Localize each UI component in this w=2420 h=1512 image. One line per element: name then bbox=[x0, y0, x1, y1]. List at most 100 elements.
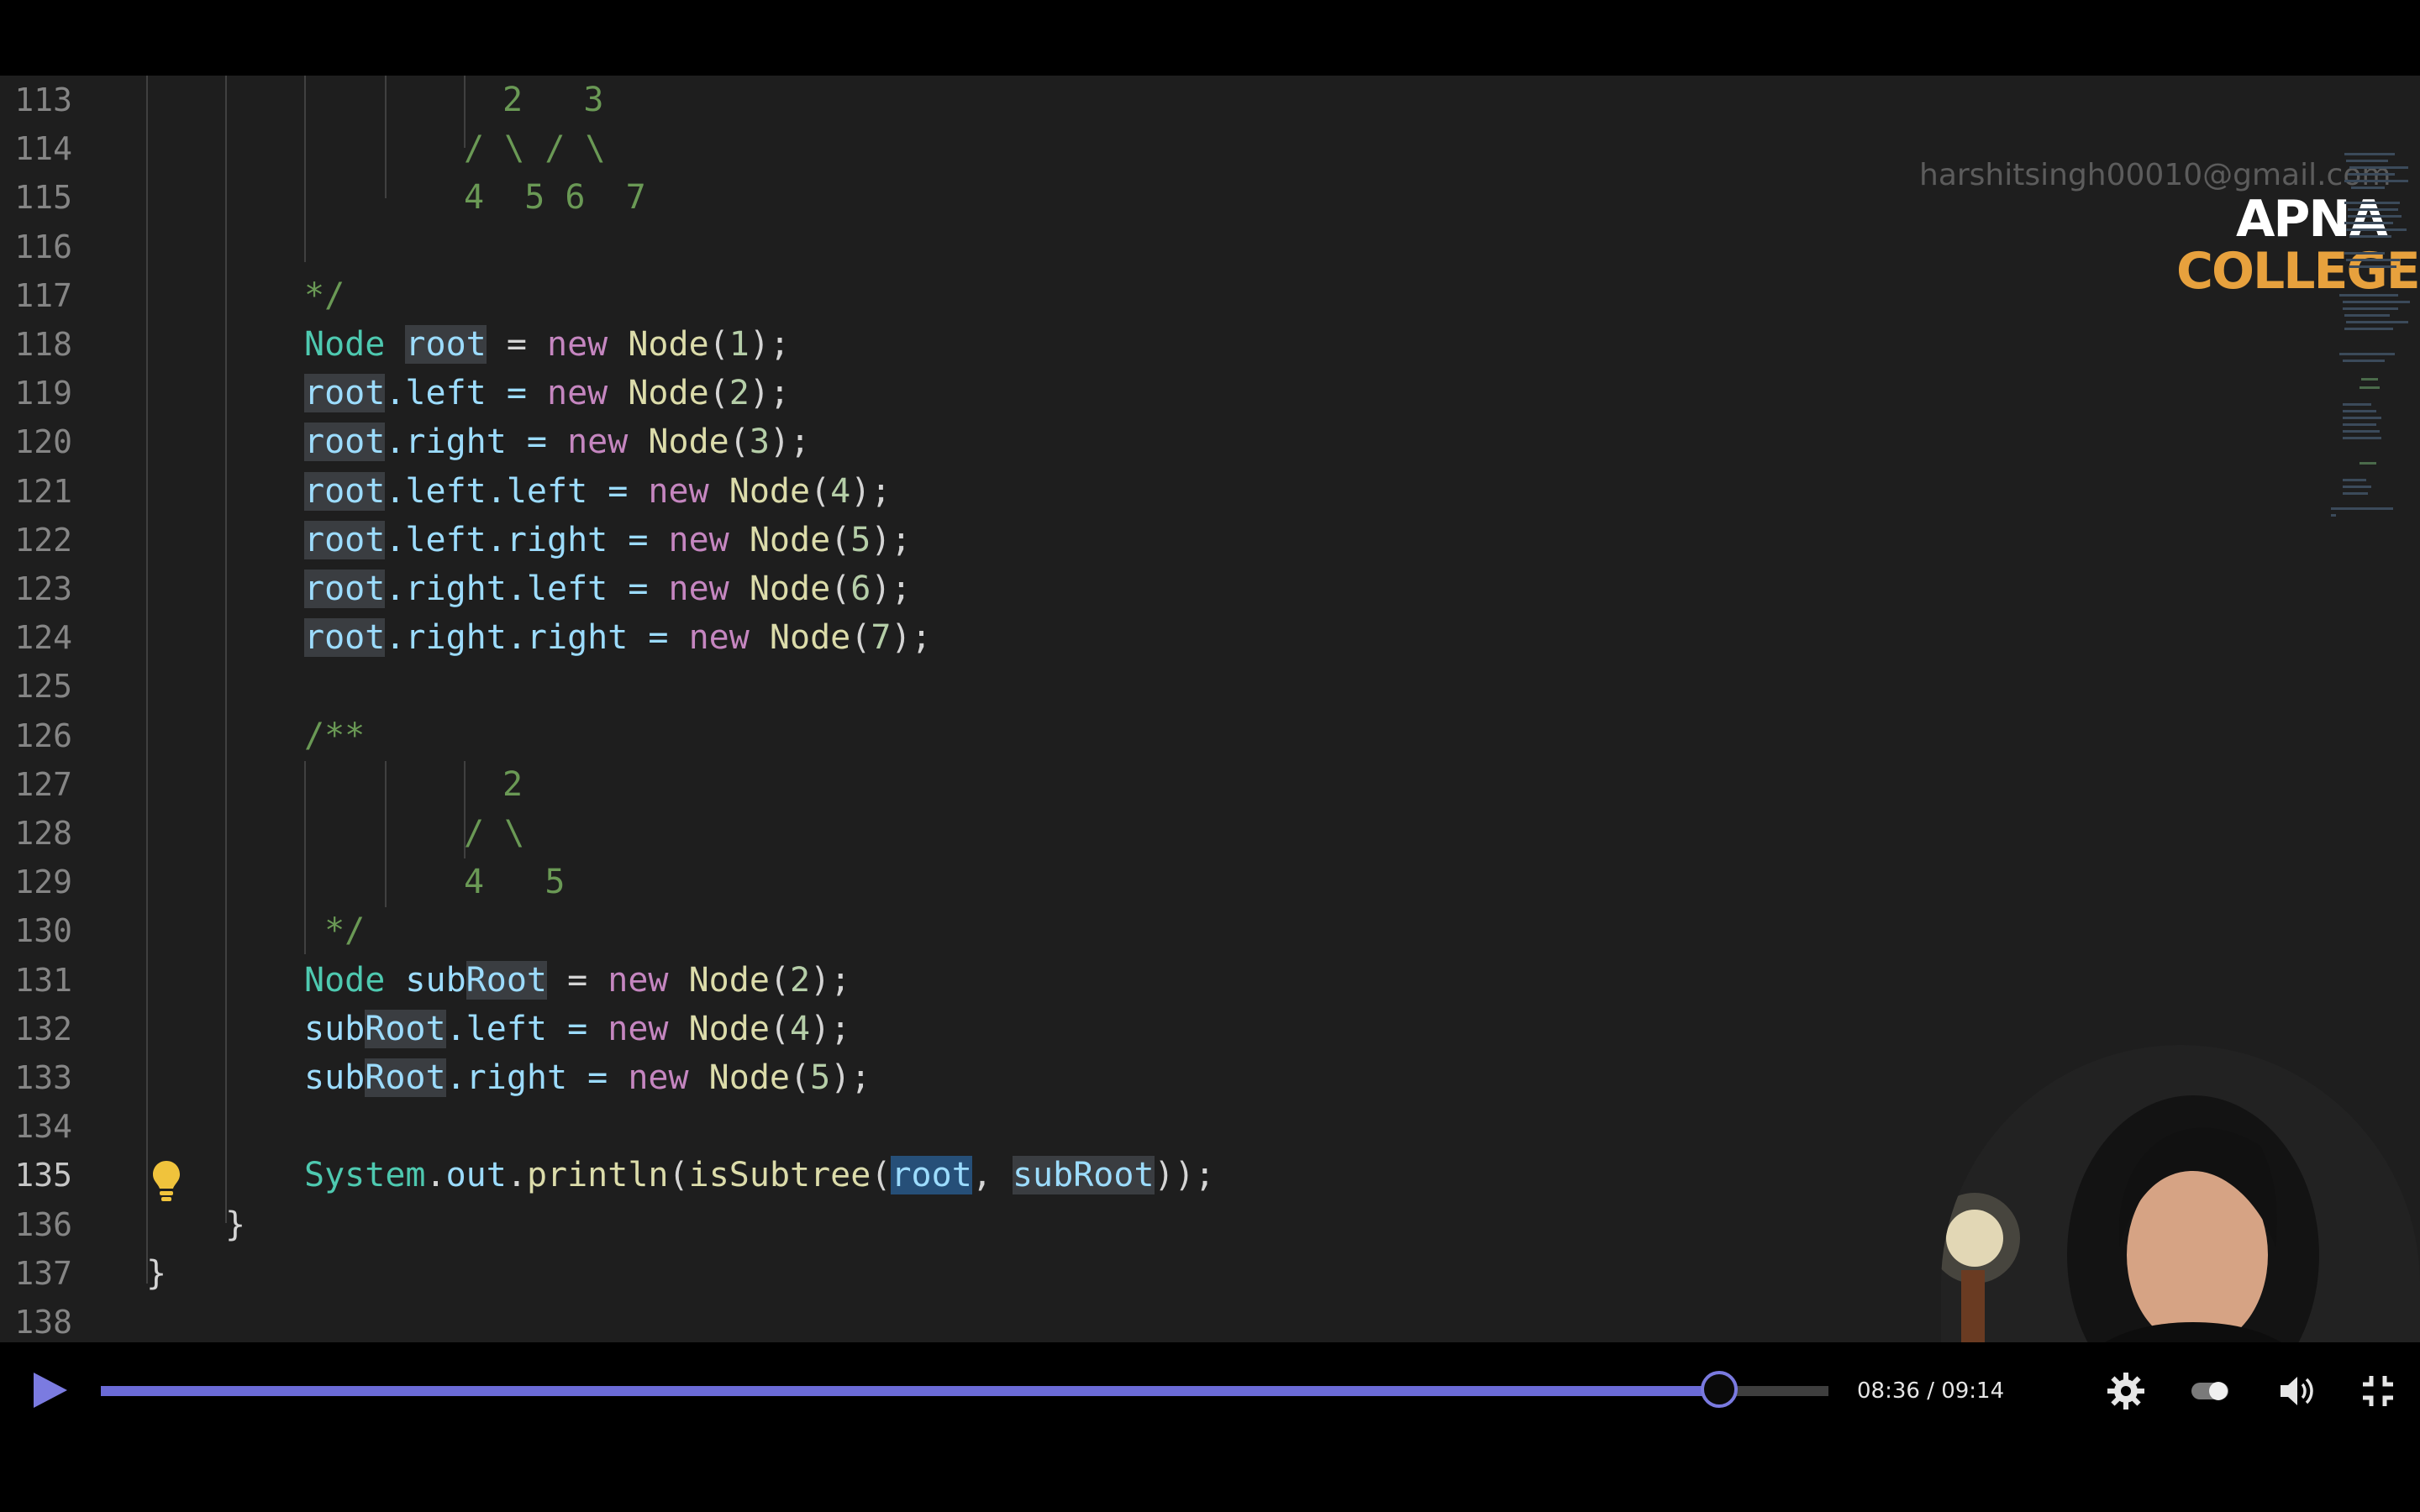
code-token: ); bbox=[850, 471, 892, 511]
code-line[interactable]: 126 /** bbox=[0, 711, 2420, 760]
indent-guide bbox=[304, 761, 306, 954]
code-line[interactable]: 122 root.left.right = new Node(5); bbox=[0, 516, 2420, 564]
watermark-email: harshitsingh00010@gmail.com bbox=[1919, 158, 2391, 192]
code-token: println bbox=[526, 1156, 669, 1195]
video-controls: 08:36 / 09:14 bbox=[0, 1342, 2420, 1512]
code-text: /** bbox=[304, 711, 365, 760]
code-token: 4 5 bbox=[464, 863, 566, 902]
code-token: ( bbox=[769, 960, 791, 1000]
indent-guide bbox=[146, 76, 148, 1284]
code-token: root bbox=[304, 471, 386, 511]
code-line[interactable]: 132 subRoot.left = new Node(4); bbox=[0, 1005, 2420, 1053]
code-token: Node bbox=[708, 1058, 790, 1097]
code-token: ( bbox=[729, 423, 750, 462]
code-line[interactable]: 125 bbox=[0, 662, 2420, 711]
code-token: root bbox=[304, 618, 386, 658]
code-text: */ bbox=[304, 271, 345, 320]
code-token: Root bbox=[365, 1009, 446, 1048]
code-token: )); bbox=[1154, 1156, 1215, 1195]
code-line[interactable]: 130 */ bbox=[0, 906, 2420, 955]
code-token: ); bbox=[871, 570, 912, 608]
code-token: } bbox=[146, 1253, 167, 1293]
code-line[interactable]: 119 root.left = new Node(2); bbox=[0, 369, 2420, 417]
code-token: ( bbox=[769, 1009, 790, 1048]
code-line[interactable]: 123 root.right.left = new Node(6); bbox=[0, 564, 2420, 613]
code-token: isSubtree bbox=[688, 1156, 871, 1195]
code-token: . bbox=[425, 1156, 446, 1195]
minimap[interactable] bbox=[2328, 151, 2420, 538]
code-token: 5 bbox=[810, 1058, 831, 1097]
gear-icon[interactable] bbox=[2106, 1371, 2146, 1411]
code-line[interactable]: 120 root.right = new Node(3); bbox=[0, 417, 2420, 466]
code-token: ( bbox=[790, 1058, 811, 1097]
code-token: Node bbox=[749, 570, 831, 608]
code-token: 4 bbox=[790, 1009, 811, 1048]
code-token: .right.left = bbox=[385, 570, 669, 608]
code-text: 2 3 bbox=[502, 76, 603, 124]
code-line[interactable]: 129 4 5 bbox=[0, 858, 2420, 906]
code-token: root bbox=[891, 1156, 972, 1195]
code-token: ); bbox=[769, 423, 811, 462]
code-token: sub bbox=[405, 960, 466, 1000]
indent-guide bbox=[225, 76, 227, 1223]
code-line[interactable]: 127 2 bbox=[0, 760, 2420, 809]
code-token: Node bbox=[749, 520, 831, 559]
line-number: 121 bbox=[14, 472, 72, 510]
line-number: 133 bbox=[14, 1059, 72, 1096]
code-text: 4 5 bbox=[464, 858, 565, 906]
line-number: 115 bbox=[14, 179, 72, 217]
code-token: = bbox=[486, 325, 547, 364]
lightbulb-icon[interactable] bbox=[150, 1158, 183, 1205]
code-token: .left = bbox=[445, 1009, 608, 1048]
code-line[interactable]: 131 Node subRoot = new Node(2); bbox=[0, 956, 2420, 1005]
code-line[interactable]: 117 */ bbox=[0, 271, 2420, 320]
code-text: } bbox=[225, 1200, 245, 1249]
code-line[interactable]: 128 / \ bbox=[0, 809, 2420, 858]
code-token: sub bbox=[304, 1058, 366, 1097]
progress-track[interactable] bbox=[101, 1371, 1828, 1408]
code-line[interactable]: 124 root.right.right = new Node(7); bbox=[0, 613, 2420, 662]
code-token: / \ / \ bbox=[464, 129, 606, 169]
code-token: / \ bbox=[464, 814, 525, 853]
line-number: 122 bbox=[14, 521, 72, 559]
volume-icon[interactable] bbox=[2277, 1371, 2317, 1411]
line-number: 116 bbox=[14, 228, 72, 265]
code-token: out bbox=[445, 1156, 507, 1195]
code-token: ( bbox=[871, 1156, 892, 1195]
indent-guide bbox=[304, 76, 306, 262]
progress-thumb[interactable] bbox=[1700, 1371, 1738, 1408]
code-token: 4 bbox=[830, 471, 851, 511]
code-line[interactable]: 121 root.left.left = new Node(4); bbox=[0, 467, 2420, 516]
code-line[interactable]: 118 Node root = new Node(1); bbox=[0, 320, 2420, 369]
play-icon[interactable] bbox=[29, 1369, 71, 1411]
code-token: new bbox=[668, 570, 729, 608]
code-token: root bbox=[304, 520, 386, 559]
line-number: 130 bbox=[14, 912, 72, 950]
code-token: ); bbox=[749, 325, 791, 364]
line-number: 123 bbox=[14, 570, 72, 607]
code-token: */ bbox=[304, 276, 345, 315]
code-token: ( bbox=[830, 570, 851, 608]
code-token: ( bbox=[708, 374, 729, 413]
line-number: 136 bbox=[14, 1205, 72, 1243]
code-text: root.right = new Node(3); bbox=[304, 417, 810, 466]
code-token: 2 bbox=[790, 960, 811, 1000]
code-token: Node bbox=[648, 423, 729, 462]
code-token: ( bbox=[850, 618, 871, 658]
exit-fullscreen-icon[interactable] bbox=[2358, 1371, 2398, 1411]
code-line[interactable]: 116 bbox=[0, 223, 2420, 271]
code-editor[interactable]: 113 2 3 114/ \ / \ 115 4 5 6 7 116 117 */118 Nod… bbox=[0, 76, 2420, 1342]
toggle-icon[interactable] bbox=[2188, 1371, 2232, 1411]
code-token: /** bbox=[304, 716, 366, 755]
line-number: 113 bbox=[14, 81, 72, 118]
code-text: Node subRoot = new Node(2); bbox=[304, 956, 850, 1005]
code-token: Root bbox=[365, 1058, 446, 1097]
code-token: new bbox=[668, 520, 729, 559]
code-line[interactable]: 113 2 3 bbox=[0, 76, 2420, 124]
code-token: .right = bbox=[385, 423, 568, 462]
